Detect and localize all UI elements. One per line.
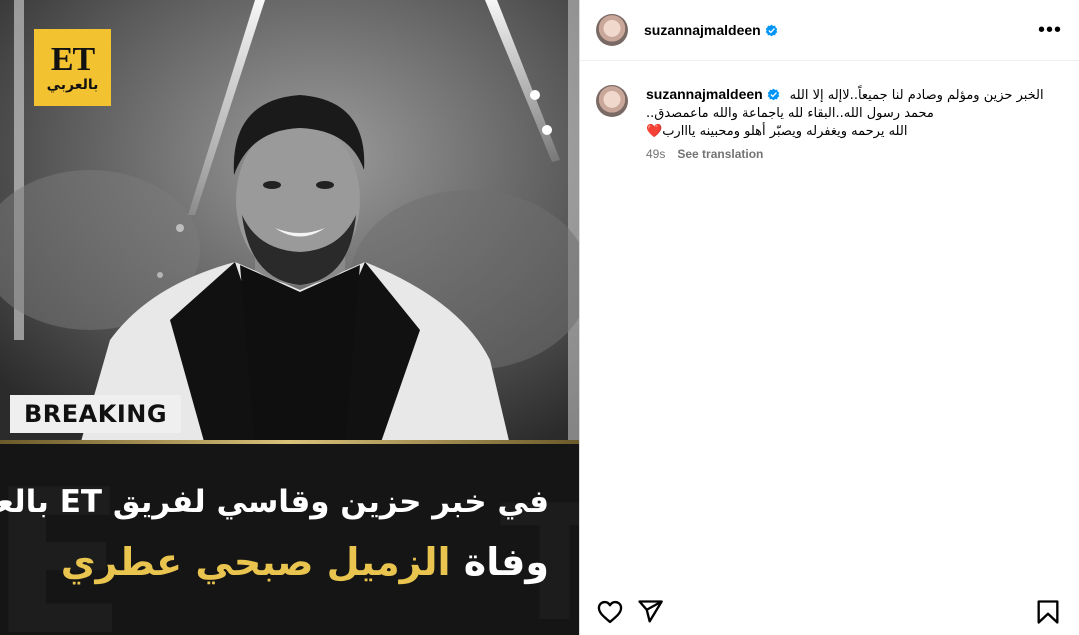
breaking-badge: BREAKING bbox=[10, 395, 182, 433]
caption-username[interactable]: suzannajmaldeen bbox=[646, 86, 780, 102]
bookmark-icon[interactable] bbox=[1034, 598, 1062, 626]
caption-text-line-3: الله يرحمه ويغفرله ويصبّر أهلو ومحبينه ي… bbox=[646, 124, 908, 139]
instagram-post: ET بالعربي BREAKING E T في خبر حزين وقاس… bbox=[0, 0, 1079, 635]
caption-avatar[interactable] bbox=[596, 85, 628, 117]
heart-icon[interactable] bbox=[596, 598, 624, 626]
caption-meta: 49s See translation bbox=[646, 147, 1066, 161]
heart-emoji-icon: ❤️ bbox=[646, 124, 663, 139]
caption-text-line-1: الخبر حزين ومؤلم وصادم لنا جميعاً..لاإله… bbox=[789, 88, 1044, 103]
author-username[interactable]: suzannajmaldeen bbox=[644, 22, 778, 38]
headline-line-1: في خبر حزين وقاسي لفريق ET بالعربي bbox=[0, 484, 549, 520]
headline-line-2: وفاة الزميل صبحي عطري bbox=[61, 540, 549, 584]
headline-prefix: وفاة bbox=[463, 540, 549, 584]
post-timestamp[interactable]: 49s bbox=[646, 147, 665, 161]
caption-first-line: suzannajmaldeen الخبر حزين ومؤلم وصادم ل… bbox=[646, 85, 1066, 105]
caption-text-line-2: محمد رسول الله..البقاء لله ياجماعة والله… bbox=[646, 106, 934, 121]
caption-body: suzannajmaldeen الخبر حزين ومؤلم وصادم ل… bbox=[646, 85, 1066, 161]
post-header: suzannajmaldeen ••• bbox=[580, 0, 1079, 61]
headline-banner: E T في خبر حزين وقاسي لفريق ET بالعربي و… bbox=[0, 444, 579, 635]
paper-plane-icon[interactable] bbox=[636, 598, 664, 626]
caption-text: محمد رسول الله..البقاء لله ياجماعة والله… bbox=[646, 105, 1066, 141]
action-bar bbox=[580, 591, 1079, 635]
see-translation-link[interactable]: See translation bbox=[677, 147, 763, 161]
et-logo: ET بالعربي bbox=[34, 29, 111, 106]
post-image[interactable]: ET بالعربي BREAKING E T في خبر حزين وقاس… bbox=[0, 0, 579, 635]
breaking-label: BREAKING bbox=[24, 400, 168, 428]
verified-badge-icon bbox=[765, 24, 778, 37]
author-avatar[interactable] bbox=[596, 14, 628, 46]
more-options-icon[interactable]: ••• bbox=[1038, 18, 1062, 42]
caption: suzannajmaldeen الخبر حزين ومؤلم وصادم ل… bbox=[596, 85, 1066, 161]
post-side-panel: suzannajmaldeen ••• suzannajmaldeen الخب… bbox=[579, 0, 1079, 635]
et-logo-subtext: بالعربي bbox=[46, 76, 99, 93]
et-logo-text: ET bbox=[50, 40, 95, 78]
headline-highlight: الزميل صبحي عطري bbox=[60, 540, 451, 584]
verified-badge-icon bbox=[767, 88, 780, 101]
